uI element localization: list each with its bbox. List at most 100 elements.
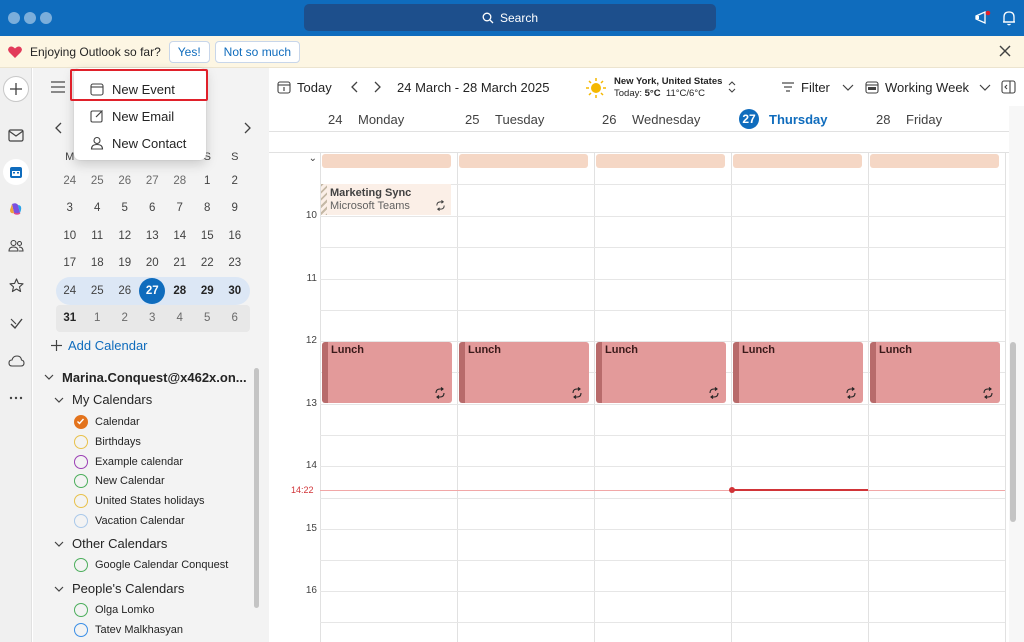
all-day-row[interactable] [269,132,1010,153]
mini-day[interactable]: 15 [194,223,220,249]
mini-day[interactable]: 2 [222,168,248,194]
event-continued[interactable] [870,154,999,168]
mini-day[interactable]: 27 [139,168,165,194]
calendar-item[interactable]: Vacation Calendar [74,514,185,528]
event-lunch[interactable]: Lunch [596,342,726,403]
calendar-item[interactable]: Birthdays [74,435,141,449]
calendar-item[interactable]: Calendar [74,415,140,429]
mini-day[interactable]: 7 [167,195,193,221]
calendar-item[interactable]: Google Calendar Conquest [74,558,228,572]
day-header[interactable]: 24 Monday [320,106,404,132]
mini-day[interactable]: 24 [57,278,83,304]
window-close-control[interactable] [8,12,20,24]
mini-day[interactable]: 9 [222,195,248,221]
mini-day[interactable]: 5 [194,305,220,331]
circle-icon[interactable] [74,558,88,572]
mini-day[interactable]: 5 [112,195,138,221]
mini-day[interactable]: 24 [57,168,83,194]
event-continued[interactable] [596,154,725,168]
mini-day[interactable]: 18 [84,250,110,276]
mini-day[interactable]: 6 [139,195,165,221]
mini-day[interactable]: 30 [222,278,248,304]
megaphone-icon[interactable] [973,8,993,28]
mini-day[interactable]: 4 [167,305,193,331]
menu-item-new-email[interactable]: New Email [74,103,206,129]
menu-item-new-contact[interactable]: New Contact [74,130,206,156]
event-continued[interactable] [733,154,862,168]
chevron-right-icon[interactable] [241,122,253,134]
event-lunch[interactable]: Lunch [733,342,863,403]
event-lunch[interactable]: Lunch [459,342,589,403]
calendar-item[interactable]: Tatev Malkhasyan [74,623,183,637]
event-lunch[interactable]: Lunch [870,342,1000,403]
sidebar-scrollbar[interactable] [254,368,259,608]
mini-day[interactable]: 3 [139,305,165,331]
peoples-calendars-group[interactable]: People's Calendars [54,581,184,596]
circle-icon[interactable] [74,514,88,528]
rail-mail[interactable] [6,125,26,145]
mini-day[interactable]: 1 [194,168,220,194]
mini-day[interactable]: 28 [167,168,193,194]
mini-day[interactable]: 25 [84,278,110,304]
event-continued[interactable] [322,154,451,168]
other-calendars-group[interactable]: Other Calendars [54,536,167,551]
mini-day[interactable]: 23 [222,250,248,276]
checked-circle-icon[interactable] [74,415,88,429]
mini-day[interactable]: 21 [167,250,193,276]
calendar-scrollbar[interactable] [1009,106,1024,642]
mini-day[interactable]: 2 [112,305,138,331]
split-pane-icon[interactable] [1001,80,1016,94]
mini-day[interactable]: 10 [57,223,83,249]
mini-day[interactable]: 11 [84,223,110,249]
rail-favorites[interactable] [6,275,26,295]
circle-icon[interactable] [74,623,88,637]
bell-icon[interactable] [999,8,1019,28]
mini-day[interactable]: 6 [222,305,248,331]
mini-day[interactable]: 26 [112,168,138,194]
view-switcher[interactable]: Working Week [865,68,991,106]
mini-day[interactable]: 29 [194,278,220,304]
chevron-left-icon[interactable] [349,81,361,93]
day-header[interactable]: 25 Tuesday [457,106,544,132]
rail-todo[interactable] [6,313,26,333]
window-minimize-control[interactable] [24,12,36,24]
mini-day[interactable]: 8 [194,195,220,221]
day-header[interactable]: 26 Wednesday [594,106,700,132]
close-icon[interactable] [998,44,1012,58]
weather-location[interactable]: New York, United States [614,76,722,87]
account-header[interactable]: Marina.Conquest@x462x.on... [44,367,254,387]
circle-icon[interactable] [74,494,88,508]
mini-day[interactable]: 20 [139,250,165,276]
rail-calendar[interactable] [6,162,26,182]
rail-onedrive[interactable] [6,351,26,371]
rail-copilot[interactable] [6,199,26,219]
mini-day[interactable]: 26 [112,278,138,304]
circle-icon[interactable] [74,603,88,617]
mini-day[interactable]: 3 [57,195,83,221]
hamburger-icon[interactable] [51,81,65,93]
mini-day-today[interactable]: 27 [139,277,166,304]
my-calendars-group[interactable]: My Calendars [54,392,152,407]
event-marketing-sync[interactable]: Marketing Sync Microsoft Teams [321,184,451,215]
calendar-item[interactable]: New Calendar [74,474,165,488]
circle-icon[interactable] [74,435,88,449]
day-header[interactable]: 28 Friday [868,106,942,132]
circle-icon[interactable] [74,455,88,469]
mini-day[interactable]: 17 [57,250,83,276]
calendar-grid[interactable]: ⌄ 10 11 12 13 14 15 16 Marketing Sync Mi… [269,153,1010,642]
scrollbar-thumb[interactable] [1010,342,1016,522]
mini-day[interactable]: 19 [112,250,138,276]
mini-day[interactable]: 22 [194,250,220,276]
yes-button[interactable]: Yes! [168,40,210,63]
today-button[interactable]: Today [277,68,332,106]
menu-item-new-event[interactable]: New Event [74,76,206,102]
event-continued[interactable] [459,154,588,168]
not-so-much-button[interactable]: Not so much [214,40,301,63]
event-lunch[interactable]: Lunch [322,342,452,403]
mini-day[interactable]: 28 [167,278,193,304]
rail-more[interactable] [6,388,26,408]
calendar-item[interactable]: Example calendar [74,455,183,469]
mini-day[interactable]: 14 [167,223,193,249]
chevron-left-icon[interactable] [53,122,65,134]
add-calendar-link[interactable]: Add Calendar [51,338,148,353]
